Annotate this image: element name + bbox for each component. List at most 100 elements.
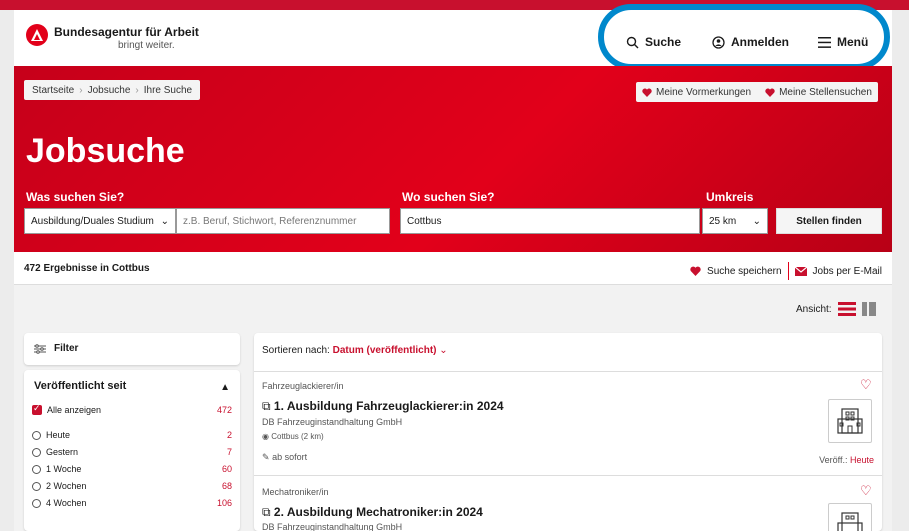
- filter-option-2-weeks[interactable]: 2 Wochen 68: [32, 481, 232, 491]
- chevron-down-icon: ⌄: [160, 215, 169, 227]
- radio-button[interactable]: [32, 447, 41, 457]
- location-value: Cottbus: [407, 215, 442, 227]
- query-placeholder: z.B. Beruf, Stichwort, Referenznummer: [183, 215, 357, 227]
- page-margin-left: [0, 10, 14, 531]
- filter-option-count: 472: [216, 405, 232, 415]
- sliders-icon: [34, 343, 46, 354]
- checkbox-checked[interactable]: [32, 403, 42, 415]
- grid-view-icon[interactable]: [861, 302, 876, 316]
- filter-option-label: 2 Wochen: [46, 481, 87, 491]
- filter-option-all[interactable]: Alle anzeigen 472: [32, 403, 232, 415]
- breadcrumb-separator-icon: ›: [135, 84, 139, 96]
- bookmark-heart-icon[interactable]: ♡: [860, 377, 872, 393]
- nav-search-button[interactable]: Suche: [626, 35, 681, 49]
- published-since-title[interactable]: Veröffentlicht seit: [34, 380, 126, 392]
- search-icon: [626, 36, 639, 49]
- sort-label: Sortieren nach:: [262, 345, 330, 356]
- nav-menu-button[interactable]: Menü: [818, 35, 868, 49]
- filter-option-label: Gestern: [46, 447, 79, 457]
- nav-login-button[interactable]: Anmelden: [712, 35, 789, 49]
- results-count: 472 Ergebnisse in Cottbus: [24, 263, 150, 274]
- query-input[interactable]: z.B. Beruf, Stichwort, Referenznummer: [176, 208, 390, 234]
- what-label: Was suchen Sie?: [26, 190, 125, 204]
- filter-option-count: 7: [226, 447, 232, 457]
- divider: [254, 475, 882, 476]
- radius-label: Umkreis: [706, 190, 754, 204]
- breadcrumb-current: Ihre Suche: [143, 84, 193, 96]
- filter-option-count: 68: [221, 481, 232, 491]
- save-search-link[interactable]: Suche speichern: [707, 266, 782, 277]
- page-margin-right: [892, 10, 909, 531]
- company-building-icon: [828, 503, 872, 531]
- my-bookmarks-link[interactable]: Meine Vormerkungen: [656, 87, 751, 98]
- nav-menu-label: Menü: [837, 35, 869, 49]
- view-switch: Ansicht:: [796, 302, 876, 316]
- hamburger-menu-icon: [818, 36, 831, 48]
- nav-login-label: Anmelden: [731, 35, 790, 49]
- filter-option-count: 60: [221, 464, 232, 474]
- filter-toggle[interactable]: Filter: [24, 333, 240, 365]
- filter-option-count: 2: [226, 430, 232, 440]
- filter-option-label: 4 Wochen: [46, 498, 87, 508]
- job-title-link[interactable]: ⧉ 2. Ausbildung Mechatroniker:in 2024: [262, 505, 483, 520]
- where-label: Wo suchen Sie?: [402, 190, 495, 204]
- breadcrumb-jobsuche[interactable]: Jobsuche: [88, 85, 131, 96]
- chevron-down-icon: ⌄: [439, 345, 448, 356]
- job-location: ◉ Cottbus (2 km): [262, 432, 324, 441]
- radio-button[interactable]: [32, 430, 41, 440]
- results-actions: Suche speichern Jobs per E-Mail: [690, 262, 882, 280]
- location-input[interactable]: Cottbus: [400, 208, 700, 234]
- find-jobs-button[interactable]: Stellen finden: [776, 208, 882, 234]
- filter-option-label: Alle anzeigen: [47, 405, 102, 415]
- saved-search-heart-icon: [765, 88, 775, 97]
- job-category: Fahrzeuglackierer/in: [262, 381, 344, 391]
- job-type-value: Ausbildung/Duales Studium: [31, 215, 154, 227]
- published-date: Veröff.: Heute: [819, 455, 874, 465]
- job-company: DB Fahrzeuginstandhaltung GmbH: [262, 417, 403, 427]
- published-since-filter: Veröffentlicht seit ▲ Alle anzeigen 472 …: [24, 370, 240, 531]
- results-bar: 472 Ergebnisse in Cottbus Suche speicher…: [14, 252, 892, 285]
- caret-up-icon[interactable]: ▲: [220, 382, 230, 393]
- job-start-text: ab sofort: [272, 452, 308, 462]
- breadcrumb-home[interactable]: Startseite: [32, 85, 74, 96]
- radio-button[interactable]: [32, 464, 41, 474]
- page-title: Jobsuche: [26, 132, 185, 170]
- published-value: Heute: [849, 455, 874, 465]
- job-title-link[interactable]: ⧉ 1. Ausbildung Fahrzeuglackierer:in 202…: [262, 399, 504, 414]
- action-divider: [787, 262, 789, 280]
- filter-option-1-week[interactable]: 1 Woche 60: [32, 464, 232, 474]
- nav-search-label: Suche: [645, 35, 682, 49]
- radius-select[interactable]: 25 km ⌄: [702, 208, 768, 234]
- filter-option-yesterday[interactable]: Gestern 7: [32, 447, 232, 457]
- filter-option-4-weeks[interactable]: 4 Wochen 106: [32, 498, 232, 508]
- external-link-icon: ⧉: [262, 505, 271, 519]
- saved-links: Meine Vormerkungen Meine Stellensuchen: [636, 82, 878, 102]
- ba-logo-icon[interactable]: [26, 24, 48, 46]
- filter-option-today[interactable]: Heute 2: [32, 430, 232, 440]
- job-category: Mechatroniker/in: [262, 487, 329, 497]
- list-view-icon[interactable]: [837, 302, 856, 316]
- brand-name[interactable]: Bundesagentur für Arbeit: [54, 25, 199, 39]
- breadcrumb: Startseite › Jobsuche › Ihre Suche: [24, 80, 201, 100]
- radio-button[interactable]: [32, 498, 41, 508]
- filter-option-count: 106: [216, 498, 232, 508]
- header-nav-highlight: Suche Anmelden Menü: [598, 4, 890, 70]
- save-search-heart-icon: [690, 266, 701, 276]
- filter-label: Filter: [54, 343, 79, 354]
- view-label: Ansicht:: [796, 303, 832, 315]
- job-company: DB Fahrzeuginstandhaltung GmbH: [262, 522, 403, 531]
- sort-value: Datum (veröffentlicht): [332, 345, 437, 356]
- breadcrumb-separator-icon: ›: [79, 84, 83, 96]
- chevron-down-icon: ⌄: [752, 215, 761, 227]
- published-label: Veröff.:: [819, 455, 848, 465]
- job-title-text: 2. Ausbildung Mechatroniker:in 2024: [273, 505, 483, 519]
- job-start: ✎ ab sofort: [262, 452, 307, 463]
- job-location-text: Cottbus (2 km): [271, 432, 324, 441]
- edit-pencil-icon: ✎: [262, 452, 270, 462]
- radio-button[interactable]: [32, 481, 41, 491]
- bookmark-heart-icon[interactable]: ♡: [860, 483, 872, 499]
- jobs-by-email-link[interactable]: Jobs per E-Mail: [813, 266, 882, 277]
- sort-control[interactable]: Sortieren nach: Datum (veröffentlicht) ⌄: [262, 345, 448, 356]
- job-type-select[interactable]: Ausbildung/Duales Studium ⌄: [24, 208, 176, 234]
- my-searches-link[interactable]: Meine Stellensuchen: [779, 87, 872, 98]
